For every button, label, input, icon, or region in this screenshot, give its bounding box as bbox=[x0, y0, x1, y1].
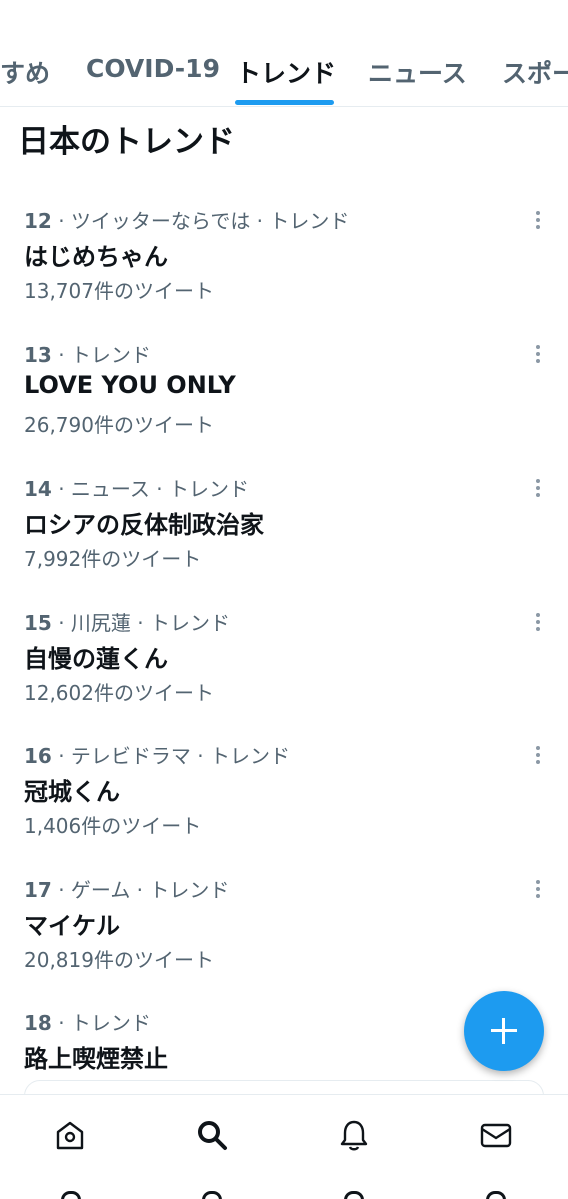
trend-rank: 15 bbox=[24, 611, 52, 635]
trend-context: ツイッターならでは · トレンド bbox=[70, 209, 350, 233]
trend-rank: 18 bbox=[24, 1011, 52, 1035]
trend-count: 20,819件のツイート bbox=[24, 948, 214, 972]
trend-context: テレビドラマ · トレンド bbox=[70, 744, 290, 768]
more-options-icon[interactable] bbox=[528, 607, 548, 635]
trend-context: トレンド bbox=[70, 343, 151, 367]
trend-context: 川尻蓮 · トレンド bbox=[70, 611, 230, 635]
search-icon[interactable] bbox=[194, 1117, 234, 1157]
trend-item[interactable]: 12 · ツイッターならでは · トレンド はじめちゃん 13,707件のツイー… bbox=[0, 205, 568, 339]
trend-item[interactable]: 15 · 川尻蓮 · トレンド 自慢の蓮くん 12,602件のツイート bbox=[0, 607, 568, 741]
home-icon[interactable] bbox=[52, 1117, 92, 1157]
trend-context: ニュース · トレンド bbox=[70, 477, 249, 501]
trend-meta: 17 · ゲーム · トレンド bbox=[24, 878, 230, 902]
more-options-icon[interactable] bbox=[528, 473, 548, 501]
tab-covid19[interactable]: COVID-19 bbox=[86, 54, 220, 83]
trend-meta: 12 · ツイッターならでは · トレンド bbox=[24, 209, 350, 233]
trend-count: 26,790件のツイート bbox=[24, 413, 214, 437]
tab-sports[interactable]: スポー bbox=[502, 54, 568, 90]
tab-for-you[interactable]: すめ bbox=[0, 54, 50, 90]
trend-name: マイケル bbox=[24, 912, 120, 940]
more-options-icon[interactable] bbox=[528, 874, 548, 902]
trend-meta: 13 · トレンド bbox=[24, 343, 151, 367]
trend-meta: 18 · トレンド bbox=[24, 1011, 151, 1035]
trend-item[interactable]: 13 · トレンド LOVE YOU ONLY 26,790件のツイート bbox=[0, 339, 568, 473]
bell-icon[interactable] bbox=[336, 1117, 376, 1157]
bottom-navigation bbox=[0, 1094, 568, 1199]
partial-nav-bar-edge bbox=[0, 1191, 568, 1199]
trend-meta: 14 · ニュース · トレンド bbox=[24, 477, 249, 501]
trend-count: 1,406件のツイート bbox=[24, 814, 202, 838]
more-options-icon[interactable] bbox=[528, 740, 548, 768]
trend-item[interactable]: 16 · テレビドラマ · トレンド 冠城くん 1,406件のツイート bbox=[0, 740, 568, 874]
trend-count: 13,707件のツイート bbox=[24, 279, 214, 303]
explore-tab-bar: すめ COVID-19 トレンド ニュース スポー bbox=[0, 0, 568, 107]
trend-rank: 16 bbox=[24, 744, 52, 768]
trend-context: トレンド bbox=[70, 1011, 151, 1035]
trend-item[interactable]: 14 · ニュース · トレンド ロシアの反体制政治家 7,992件のツイート bbox=[0, 473, 568, 607]
trend-meta: 16 · テレビドラマ · トレンド bbox=[24, 744, 290, 768]
more-options-icon[interactable] bbox=[528, 205, 548, 233]
trend-name: 路上喫煙禁止 bbox=[24, 1045, 168, 1073]
trend-name: 冠城くん bbox=[24, 778, 120, 806]
trend-name: LOVE YOU ONLY bbox=[24, 371, 236, 399]
trend-count: 12,602件のツイート bbox=[24, 681, 214, 705]
trend-item[interactable]: 17 · ゲーム · トレンド マイケル 20,819件のツイート bbox=[0, 874, 568, 1008]
trend-rank: 17 bbox=[24, 878, 52, 902]
trend-name: はじめちゃん bbox=[24, 243, 168, 271]
trend-count: 7,992件のツイート bbox=[24, 547, 202, 571]
compose-tweet-button[interactable] bbox=[464, 991, 544, 1071]
trend-context: ゲーム · トレンド bbox=[70, 878, 230, 902]
trend-meta: 15 · 川尻蓮 · トレンド bbox=[24, 611, 230, 635]
mail-icon[interactable] bbox=[478, 1117, 518, 1157]
more-options-icon[interactable] bbox=[528, 339, 548, 367]
trend-rank: 13 bbox=[24, 343, 52, 367]
trend-name: 自慢の蓮くん bbox=[24, 645, 168, 673]
active-tab-indicator bbox=[235, 100, 334, 105]
trend-rank: 14 bbox=[24, 477, 52, 501]
tab-news[interactable]: ニュース bbox=[368, 54, 467, 90]
tab-trending[interactable]: トレンド bbox=[236, 54, 336, 90]
trend-rank: 12 bbox=[24, 209, 52, 233]
trend-name: ロシアの反体制政治家 bbox=[24, 511, 264, 539]
section-title: 日本のトレンド bbox=[18, 124, 235, 160]
